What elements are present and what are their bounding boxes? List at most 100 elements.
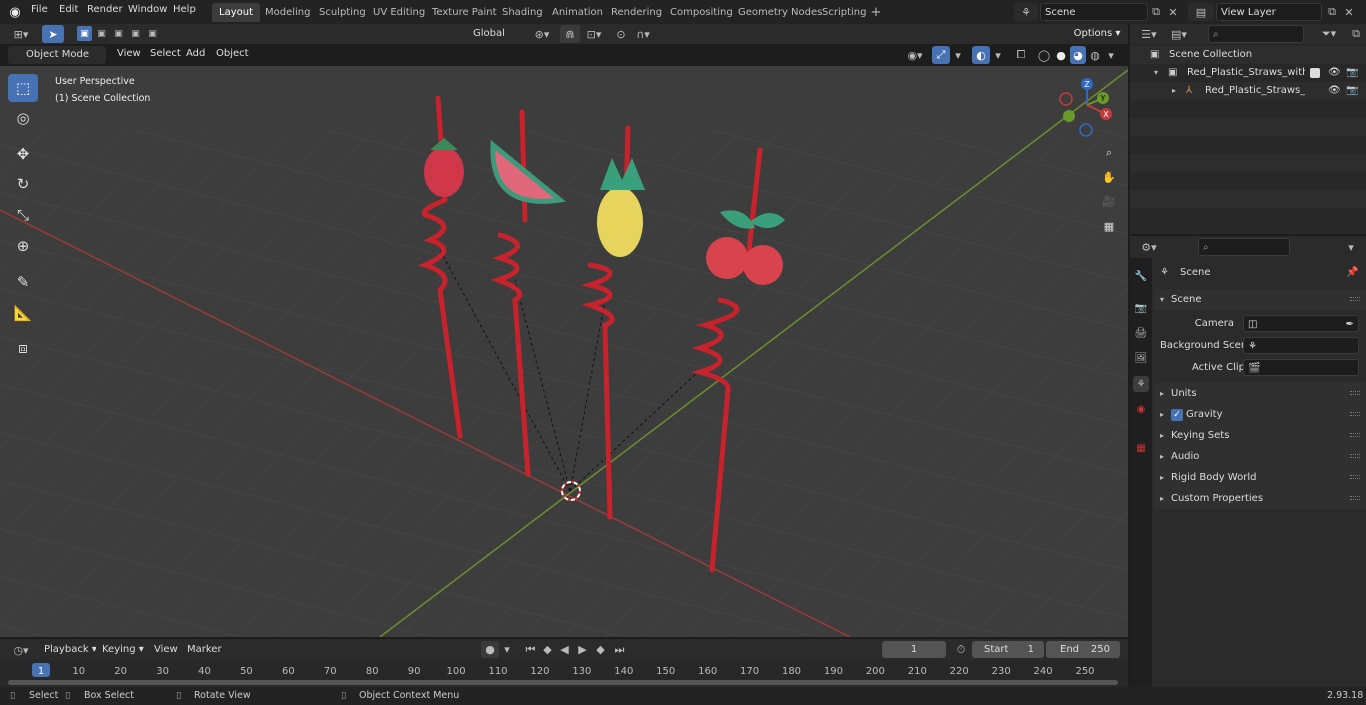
shading-dropdown-icon[interactable]: ▾ [1104,46,1118,64]
overlays-dropdown-icon[interactable]: ▾ [991,46,1005,64]
scene-tab-icon[interactable]: ⚘ [1133,376,1149,392]
zoom-view-icon[interactable]: ⌕ [1098,142,1120,164]
collection-checkbox[interactable] [1310,68,1320,78]
menu-render[interactable]: Render [87,4,123,15]
ortho-toggle-icon[interactable]: ▦ [1098,215,1120,237]
outliner-search-input[interactable]: ⌕ [1208,25,1304,43]
keying-menu[interactable]: Keying ▾ [98,641,146,658]
select-invert-icon[interactable]: ▣ [128,26,143,41]
outliner-row-collection[interactable]: ▾ ▣ Red_Plastic_Straws_with_Frui 👁 📷 [1132,64,1366,82]
outliner-row-scene-collection[interactable]: ▣ Scene Collection [1132,46,1366,64]
scale-tool-icon[interactable]: ⤡ [8,201,38,229]
add-workspace-icon[interactable]: + [869,5,883,20]
properties-editor-type-icon[interactable]: ⚙▾ [1136,238,1162,256]
properties-search-input[interactable]: ⌕ [1198,238,1290,256]
tab-uv-editing[interactable]: UV Editing [366,3,432,22]
audio-panel-header[interactable]: ▸ Audio [1154,446,1366,467]
select-intersect-icon[interactable]: ▣ [145,26,160,41]
material-preview-shading-icon[interactable]: ◕ [1070,46,1086,64]
select-extend-icon[interactable]: ▣ [94,26,109,41]
falloff-icon[interactable]: ∩▾ [630,25,656,43]
pan-view-icon[interactable]: ✋ [1098,166,1120,188]
pivot-point-icon[interactable]: ⊛▾ [530,25,554,43]
transform-tool-icon[interactable]: ⊕ [8,232,38,260]
active-clip-field[interactable]: 🎬 [1243,359,1359,376]
xray-toggle-icon[interactable]: ⧠ [1013,46,1029,64]
tab-sculpting[interactable]: Sculpting [312,3,373,22]
drag-handle-icon[interactable] [1350,454,1360,458]
timeline-scrollbar[interactable] [8,680,1118,685]
playback-menu[interactable]: Playback ▾ [40,641,96,658]
tool-tab-icon[interactable]: 🔧 [1133,268,1149,284]
transform-orientation-dropdown[interactable]: Global [453,25,525,43]
tab-animation[interactable]: Animation [545,3,610,22]
timeline-editor-type-icon[interactable]: ◷▾ [8,641,34,659]
drag-handle-icon[interactable] [1350,391,1360,395]
rotate-tool-icon[interactable]: ↻ [8,170,38,198]
new-view-layer-icon[interactable]: ⧉ [1324,3,1340,21]
camera-view-icon[interactable]: 🎥 [1098,190,1120,212]
menu-help[interactable]: Help [173,4,196,15]
units-panel-header[interactable]: ▸ Units [1154,383,1366,404]
properties-options-icon[interactable]: ▾ [1342,238,1360,256]
tab-shading[interactable]: Shading [495,3,550,22]
render-tab-icon[interactable]: 📷 [1133,300,1149,316]
scene-selector-icon[interactable]: ⚘ [1014,3,1038,21]
measure-tool-icon[interactable]: 📐 [8,299,38,327]
outliner-editor-type-icon[interactable]: ☰▾ [1136,25,1162,43]
display-mode-icon[interactable]: ▤▾ [1166,25,1192,43]
output-tab-icon[interactable]: 🖨 [1133,325,1149,341]
start-frame-field[interactable]: Start 1 [972,641,1044,658]
record-icon[interactable]: ● [481,641,499,658]
new-collection-icon[interactable]: ⧉ [1348,25,1364,43]
outliner-filter-icon[interactable]: ⏷▾ [1316,25,1342,43]
object-render-icon[interactable]: 📷 [1346,82,1358,100]
select-box-tool-icon[interactable]: ⬚ [8,74,38,102]
viewport-menu-select[interactable]: Select [150,48,181,59]
keying-sets-panel-header[interactable]: ▸ Keying Sets [1154,425,1366,446]
overlays-toggle-icon[interactable]: ◐ [972,46,990,64]
drag-handle-icon[interactable] [1350,412,1360,416]
view-layer-tab-icon[interactable]: 🖼 [1133,350,1149,366]
delete-view-layer-icon[interactable]: ✕ [1342,3,1356,21]
solid-shading-icon[interactable]: ● [1053,46,1069,64]
background-scene-field[interactable]: ⚘ [1243,337,1359,354]
texture-tab-icon[interactable]: ▦ [1133,440,1149,456]
proportional-editing-icon[interactable]: ⊙ [612,25,630,43]
options-dropdown[interactable]: Options ▾ [1070,25,1124,43]
keying-set-dropdown-icon[interactable]: ▾ [500,641,514,658]
menu-file[interactable]: File [31,4,48,15]
wireframe-shading-icon[interactable]: ◯ [1036,46,1052,64]
gizmo-dropdown-icon[interactable]: ▾ [951,46,965,64]
viewport-menu-object[interactable]: Object [216,48,249,59]
gizmo-neg-y-icon[interactable] [1063,110,1075,122]
tab-rendering[interactable]: Rendering [604,3,669,22]
rigid-body-world-panel-header[interactable]: ▸ Rigid Body World [1154,467,1366,488]
timeline-menu-view[interactable]: View [154,644,178,655]
drag-handle-icon[interactable] [1350,433,1360,437]
menu-edit[interactable]: Edit [59,4,78,15]
menu-window[interactable]: Window [128,4,167,15]
end-frame-field[interactable]: End 250 [1046,641,1120,658]
visibility-filter-icon[interactable]: ◉▾ [902,46,928,64]
next-keyframe-icon[interactable]: ◆ [592,641,609,658]
jump-end-icon[interactable]: ⏭ [611,641,628,658]
annotate-tool-icon[interactable]: ✎ [8,268,38,296]
gravity-panel-header[interactable]: ▸ ✓ Gravity [1154,404,1366,425]
rendered-shading-icon[interactable]: ◍ [1087,46,1103,64]
mode-dropdown[interactable]: Object Mode [8,46,106,64]
collection-render-icon[interactable]: 📷 [1346,64,1358,82]
prev-keyframe-icon[interactable]: ◆ [539,641,556,658]
gravity-checkbox[interactable]: ✓ [1171,409,1183,421]
tab-modeling[interactable]: Modeling [258,3,318,22]
cursor-tool-icon[interactable]: ◎ [8,104,38,132]
current-frame-field[interactable]: 1 [882,641,946,658]
add-cube-tool-icon[interactable]: ⧈ [8,334,38,362]
drag-handle-icon[interactable] [1350,297,1360,301]
preview-range-icon[interactable]: ⏱ [953,641,969,658]
pin-icon[interactable]: 📌 [1346,262,1358,283]
expand-object-icon[interactable]: ▸ [1172,82,1176,100]
view-layer-field[interactable]: View Layer [1216,3,1322,21]
viewport-menu-view[interactable]: View [117,48,141,59]
scene-name-field[interactable]: Scene [1040,3,1148,21]
